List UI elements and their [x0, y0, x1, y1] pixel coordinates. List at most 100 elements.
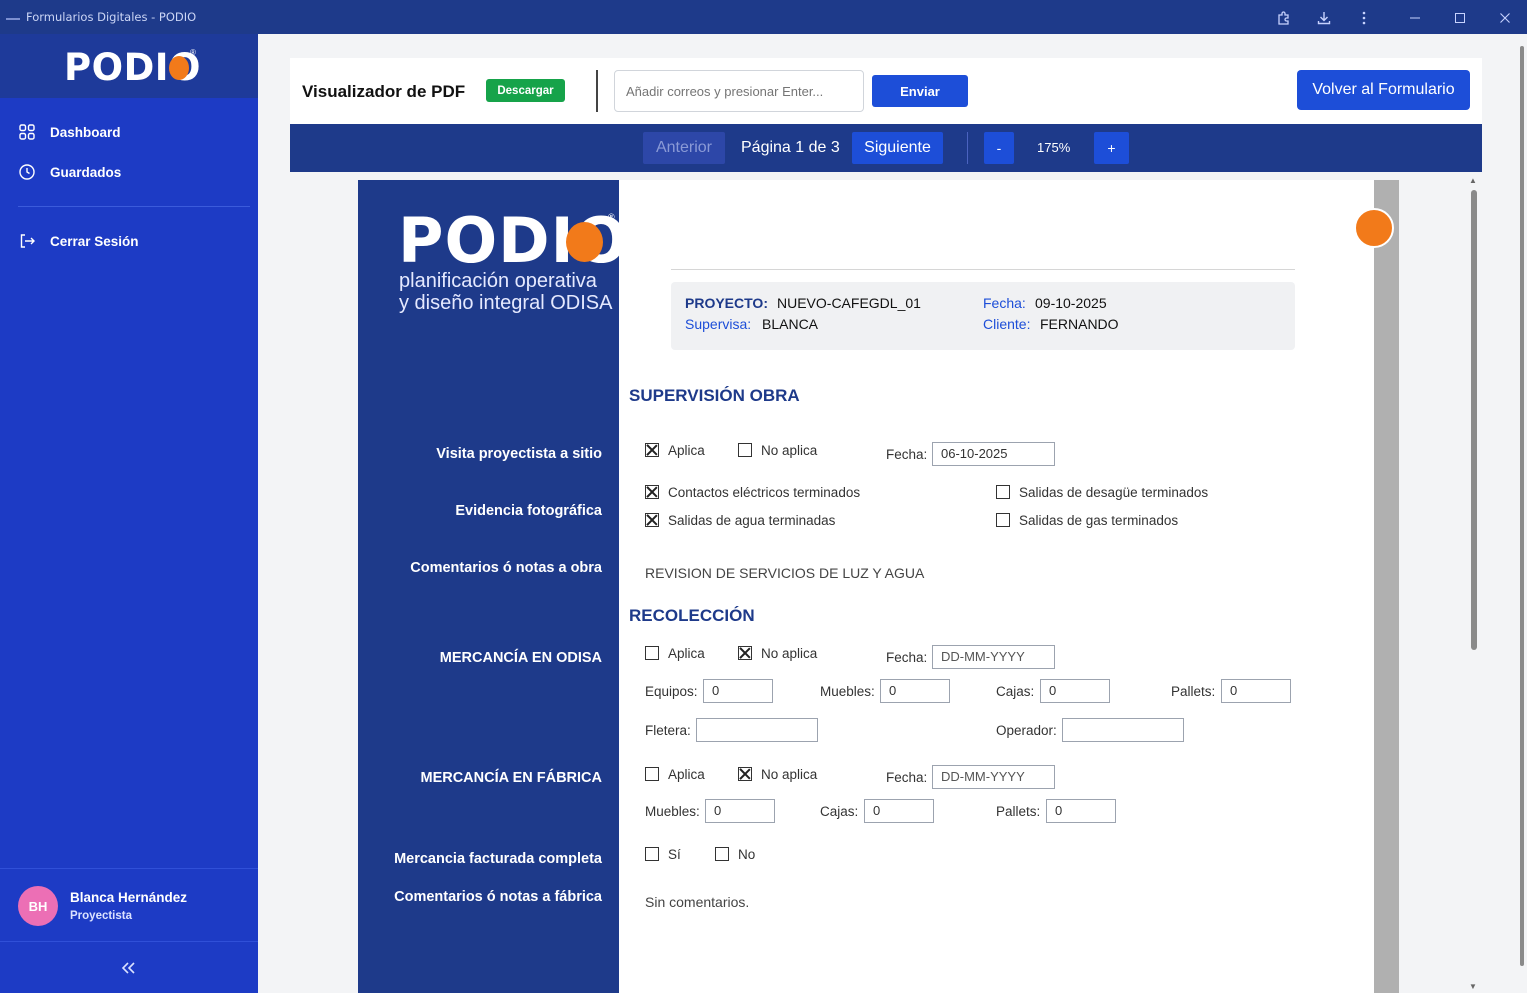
previous-page-button[interactable]: Anterior [643, 132, 725, 164]
minimize-icon[interactable] [1405, 8, 1425, 28]
zoom-level: 175% [1037, 140, 1071, 155]
row-label-evidencia: Evidencia fotográfica [455, 503, 602, 519]
evidencia-gas-label: Salidas de gas terminados [1019, 513, 1179, 528]
odisa-pallets-input[interactable]: 0 [1221, 679, 1291, 703]
pdf-registered-mark: ® [608, 212, 615, 222]
maximize-icon[interactable] [1450, 8, 1470, 28]
odisa-fecha-input[interactable]: DD-MM-YYYY [932, 645, 1055, 669]
odisa-cajas-input[interactable]: 0 [1040, 679, 1110, 703]
odisa-fecha-label: Fecha: [886, 650, 928, 665]
visita-aplica-label: Aplica [668, 443, 705, 458]
fabrica-pallets-label: Pallets: [996, 804, 1041, 819]
odisa-aplica-label: Aplica [668, 646, 705, 661]
sidebar-logo[interactable]: PODIO ® [0, 34, 258, 98]
pdf-left-band: PODIO ® planificación operativa y diseño… [358, 180, 627, 993]
sidebar-item-label: Dashboard [50, 124, 121, 140]
odisa-muebles-label: Muebles: [820, 684, 875, 699]
row-label-comentarios-fabrica: Comentarios ó notas a fábrica [394, 889, 602, 905]
user-profile[interactable]: BH Blanca Hernández Proyectista [0, 868, 258, 942]
zoom-out-button[interactable]: - [984, 132, 1014, 164]
fabrica-cajas-input[interactable]: 0 [864, 799, 934, 823]
sidebar-item-label: Guardados [50, 164, 122, 180]
back-to-form-button[interactable]: Volver al Formulario [1297, 70, 1470, 110]
supervisa-value: BLANCA [762, 316, 819, 332]
download-icon[interactable] [1314, 8, 1334, 28]
row-label-visita: Visita proyectista a sitio [436, 446, 602, 462]
fabrica-muebles-input[interactable]: 0 [705, 799, 775, 823]
sidebar-item-dashboard[interactable]: Dashboard [18, 121, 121, 143]
grid-icon [19, 124, 35, 140]
fabrica-aplica-checkbox[interactable] [645, 767, 659, 781]
registered-mark: ® [190, 48, 196, 57]
odisa-no-aplica-label: No aplica [761, 646, 818, 661]
fabrica-cajas-label: Cajas: [820, 804, 859, 819]
row-label-facturada: Mercancia facturada completa [394, 851, 602, 867]
odisa-fletera-label: Fletera: [645, 723, 691, 738]
pdf-scrollbar[interactable]: ▲ ▼ [1468, 176, 1480, 993]
supervisa-label: Supervisa: [685, 316, 752, 332]
pdf-tagline-2: y diseño integral ODISA [399, 292, 613, 314]
section-title-supervision: SUPERVISIÓN OBRA [629, 386, 800, 405]
facturada-si-label: Sí [668, 847, 681, 862]
collapse-sidebar-icon[interactable] [120, 958, 136, 981]
close-icon[interactable] [1495, 8, 1515, 28]
logout-button[interactable]: Cerrar Sesión [18, 230, 139, 252]
window-scrollbar-thumb[interactable] [1520, 46, 1524, 966]
evidencia-gas-checkbox[interactable] [996, 513, 1010, 527]
evidencia-agua-label: Salidas de agua terminadas [668, 513, 836, 528]
user-role: Proyectista [70, 910, 133, 922]
orange-marker[interactable] [1354, 208, 1394, 248]
scroll-down-icon[interactable]: ▼ [1469, 982, 1477, 991]
header-divider [596, 70, 598, 112]
odisa-aplica-checkbox[interactable] [645, 646, 659, 660]
visita-no-aplica-label: No aplica [761, 443, 818, 458]
facturada-no-checkbox[interactable] [715, 847, 729, 861]
visita-fecha-input[interactable]: 06-10-2025 [932, 442, 1055, 466]
email-input[interactable] [614, 70, 864, 112]
fabrica-muebles-label: Muebles: [645, 804, 700, 819]
facturada-no-label: No [738, 847, 756, 862]
sidebar-divider [18, 206, 250, 207]
odisa-pallets-label: Pallets: [1171, 684, 1216, 699]
evidencia-agua-checkbox[interactable] [645, 513, 659, 527]
zoom-in-button[interactable]: + [1094, 132, 1129, 164]
window-scrollbar[interactable] [1517, 34, 1527, 993]
visita-no-aplica-checkbox[interactable] [738, 443, 752, 457]
more-options-icon[interactable] [1354, 8, 1374, 28]
scroll-up-icon[interactable]: ▲ [1469, 176, 1477, 185]
odisa-equipos-label: Equipos: [645, 684, 698, 699]
row-label-comentarios-obra: Comentarios ó notas a obra [410, 560, 602, 576]
evidencia-desague-checkbox[interactable] [996, 485, 1010, 499]
proyecto-label: PROYECTO: [685, 295, 768, 311]
fabrica-fecha-input[interactable]: DD-MM-YYYY [932, 765, 1055, 789]
visita-fecha-label: Fecha: [886, 447, 928, 462]
visita-aplica-checkbox[interactable] [645, 443, 659, 457]
fecha-label: Fecha: [983, 295, 1026, 311]
facturada-si-checkbox[interactable] [645, 847, 659, 861]
odisa-no-aplica-checkbox[interactable] [738, 646, 752, 660]
extensions-icon[interactable] [1274, 8, 1294, 28]
evidencia-contactos-checkbox[interactable] [645, 485, 659, 499]
project-info-box: PROYECTO: NUEVO-CAFEGDL_01 Fecha: 09-10-… [671, 282, 1295, 350]
user-name: Blanca Hernández [70, 890, 188, 905]
pdf-page-gutter [1374, 180, 1399, 993]
fabrica-fecha-label: Fecha: [886, 770, 928, 785]
odisa-muebles-input[interactable]: 0 [880, 679, 950, 703]
next-page-button[interactable]: Siguiente [852, 132, 943, 164]
window-title: Formularios Digitales - PODIO [26, 10, 197, 24]
fabrica-pallets-input[interactable]: 0 [1046, 799, 1116, 823]
scrollbar-thumb[interactable] [1471, 190, 1477, 650]
fecha-value: 09-10-2025 [1035, 295, 1107, 311]
sidebar-item-guardados[interactable]: Guardados [18, 161, 121, 183]
fabrica-no-aplica-checkbox[interactable] [738, 767, 752, 781]
row-label-mercancia-fabrica: MERCANCÍA EN FÁBRICA [420, 770, 602, 786]
odisa-fletera-input[interactable] [696, 718, 818, 742]
send-button[interactable]: Enviar [872, 75, 968, 107]
evidencia-contactos-label: Contactos eléctricos terminados [668, 485, 861, 500]
odisa-equipos-input[interactable]: 0 [703, 679, 773, 703]
fabrica-aplica-label: Aplica [668, 767, 705, 782]
app-icon [6, 14, 20, 20]
odisa-operador-input[interactable] [1062, 718, 1184, 742]
download-button[interactable]: Descargar [486, 79, 565, 102]
clock-icon [19, 164, 35, 180]
